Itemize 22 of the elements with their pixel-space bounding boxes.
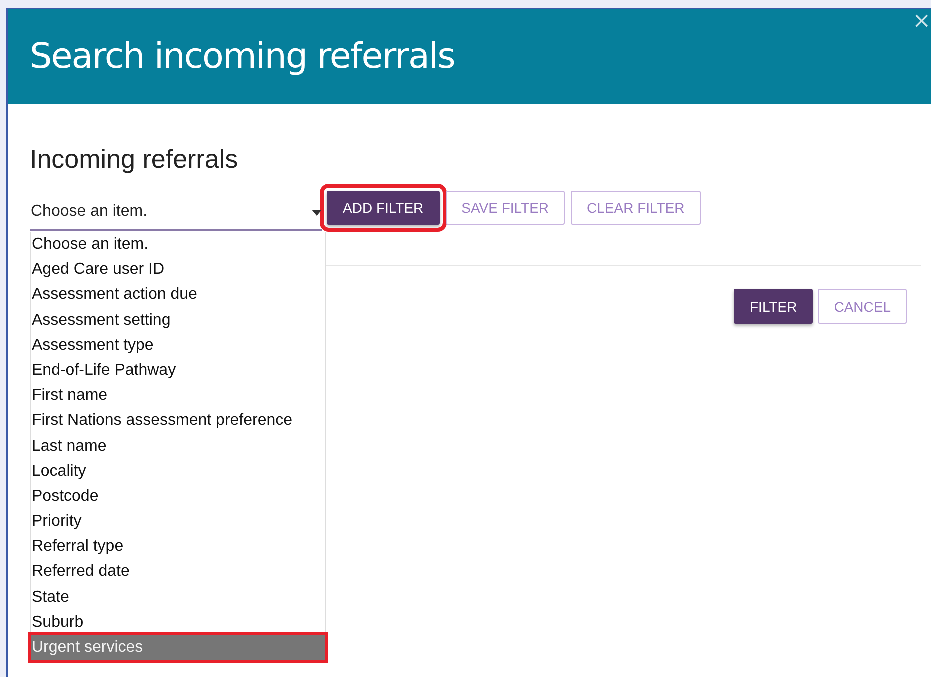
caret-icon <box>312 210 322 216</box>
dropdown-option[interactable]: First Nations assessment preference <box>31 408 325 434</box>
dropdown-option[interactable]: Urgent services <box>31 635 325 660</box>
dropdown-option[interactable]: End-of-Life Pathway <box>31 358 325 384</box>
dropdown-option[interactable]: Last name <box>31 434 325 459</box>
dropdown-option[interactable]: Locality <box>31 458 325 484</box>
dropdown-option[interactable]: First name <box>31 383 325 408</box>
dropdown-option[interactable]: Choose an item. <box>31 232 325 258</box>
dropdown-option[interactable]: Assessment setting <box>31 308 325 333</box>
close-button[interactable]: × <box>910 11 931 33</box>
dropdown-option[interactable]: Referral type <box>31 534 325 560</box>
dropdown-option[interactable]: State <box>31 584 325 610</box>
action-button[interactable]: FILTER <box>734 289 814 324</box>
dropdown-option[interactable]: Priority <box>31 509 325 534</box>
dropdown-option[interactable]: Aged Care user ID <box>31 257 325 282</box>
dropdown-option[interactable]: Referred date <box>31 559 325 585</box>
dropdown-option[interactable]: Postcode <box>31 484 325 510</box>
dialog-title: Search incoming referrals <box>30 36 455 76</box>
dropdown-option[interactable]: Suburb <box>31 610 325 635</box>
dropdown-option[interactable]: Assessment action due <box>31 282 325 308</box>
section-heading: Incoming referrals <box>30 144 240 176</box>
dropdown-option[interactable]: Assessment type <box>31 332 325 358</box>
